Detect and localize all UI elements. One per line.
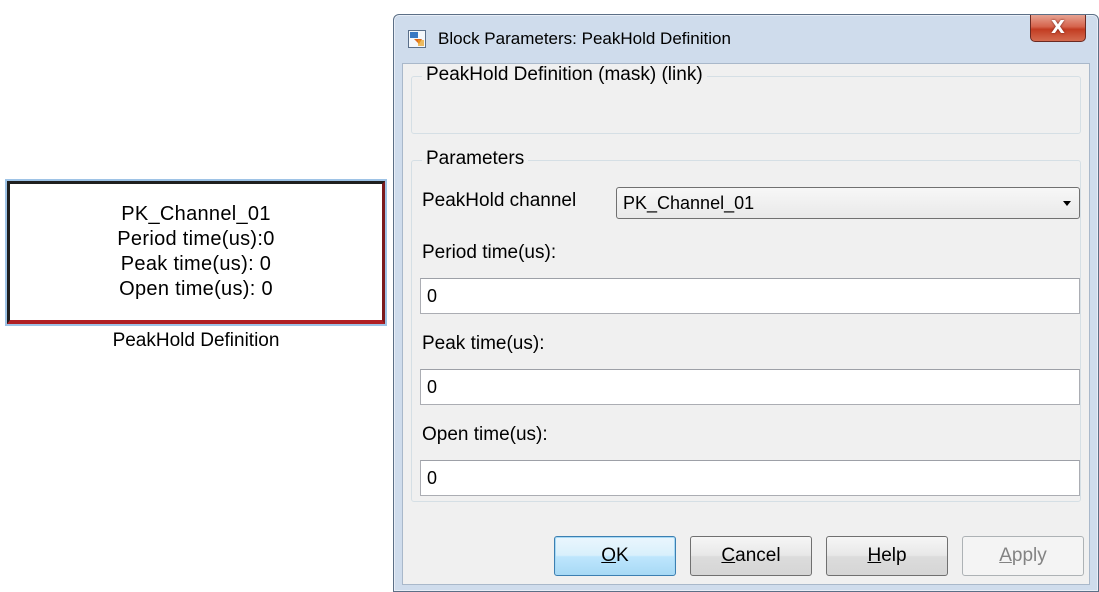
- peakhold-block[interactable]: PK_Channel_01 Period time(us):0 Peak tim…: [7, 181, 385, 324]
- ok-button[interactable]: OK: [554, 536, 676, 576]
- period-input[interactable]: [420, 278, 1080, 314]
- apply-mnemonic: A: [999, 545, 1012, 566]
- ok-mnemonic: O: [601, 545, 617, 566]
- cancel-button[interactable]: Cancel: [690, 536, 812, 576]
- apply-button[interactable]: Apply: [962, 536, 1084, 576]
- help-label: elp: [881, 545, 907, 566]
- cancel-mnemonic: C: [721, 545, 736, 566]
- dialog-titlebar[interactable]: Block Parameters: PeakHold Definition X: [394, 15, 1098, 63]
- period-label: Period time(us):: [422, 242, 557, 263]
- peak-label: Peak time(us):: [422, 333, 545, 354]
- block-caption[interactable]: PeakHold Definition: [7, 330, 385, 352]
- block-parameters-dialog: Block Parameters: PeakHold Definition X …: [393, 14, 1099, 592]
- dialog-client-area: PeakHold Definition (mask) (link) Parame…: [402, 63, 1090, 585]
- block-line-period: Period time(us):0: [117, 228, 275, 250]
- open-input[interactable]: [420, 460, 1080, 496]
- channel-dropdown-value: PK_Channel_01: [623, 193, 755, 213]
- simulink-block-icon: [408, 30, 426, 48]
- channel-dropdown[interactable]: PK_Channel_01: [616, 187, 1080, 219]
- parameters-group-label: Parameters: [422, 148, 529, 170]
- apply-label: pply: [1011, 545, 1047, 566]
- block-line-peak: Peak time(us): 0: [120, 253, 272, 275]
- ok-label: K: [616, 545, 629, 566]
- help-button[interactable]: Help: [826, 536, 948, 576]
- open-label: Open time(us):: [422, 424, 548, 445]
- block-line-open: Open time(us): 0: [119, 278, 273, 300]
- parameters-group: Parameters PeakHold channel PK_Channel_0…: [411, 148, 1081, 502]
- cancel-label: ancel: [735, 545, 781, 566]
- block-line-channel: PK_Channel_01: [121, 203, 271, 225]
- chevron-down-icon: [1063, 201, 1071, 206]
- close-button[interactable]: X: [1030, 15, 1086, 42]
- help-mnemonic: H: [867, 545, 882, 566]
- close-icon: X: [1051, 17, 1065, 38]
- dialog-title: Block Parameters: PeakHold Definition: [438, 29, 731, 48]
- canvas: PK_Channel_01 Period time(us):0 Peak tim…: [0, 0, 1099, 592]
- description-group: PeakHold Definition (mask) (link): [411, 64, 1081, 134]
- description-group-label: PeakHold Definition (mask) (link): [422, 64, 707, 86]
- peak-input[interactable]: [420, 369, 1080, 405]
- channel-label: PeakHold channel: [422, 190, 577, 211]
